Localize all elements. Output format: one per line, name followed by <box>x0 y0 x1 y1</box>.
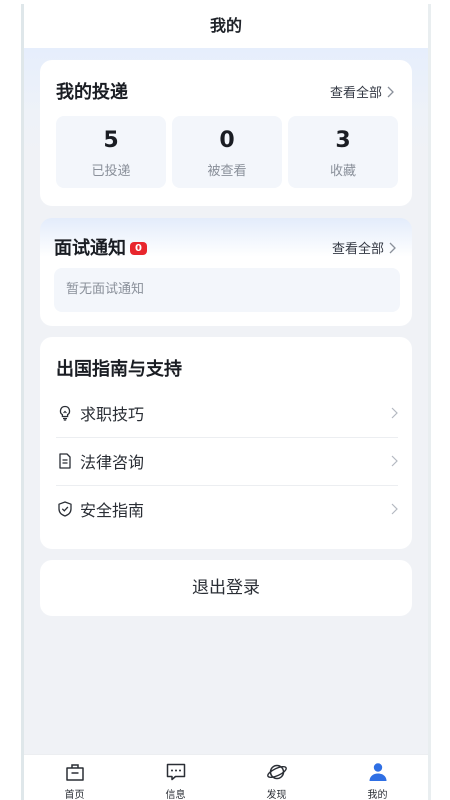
tab-label: 我的 <box>367 790 388 800</box>
message-icon <box>166 763 185 781</box>
interviews-view-all-link[interactable]: 查看全部 <box>332 238 396 257</box>
stat-label: 收藏 <box>329 164 356 179</box>
tab-messages[interactable]: 信息 <box>125 755 226 800</box>
logout-button[interactable]: 退出登录 <box>40 560 412 616</box>
guide-item-job-tips[interactable]: 求职技巧 <box>56 389 398 438</box>
stat-applied[interactable]: 5 已投递 <box>56 116 166 188</box>
tab-label: 首页 <box>64 790 85 800</box>
interview-notices-card: 面试通知 0 查看全部 暂无面试通知 <box>40 218 412 326</box>
tab-label: 信息 <box>165 790 186 800</box>
chevron-right-icon <box>391 407 398 419</box>
tab-profile[interactable]: 我的 <box>327 755 428 800</box>
application-stats: 5 已投递 0 被查看 3 收藏 <box>56 116 398 188</box>
interview-notices-title: 面试通知 0 <box>54 234 147 260</box>
stat-favorites[interactable]: 3 收藏 <box>288 116 398 188</box>
guide-item-label: 安全指南 <box>80 501 145 520</box>
bottom-tab-bar: 首页 信息 发现 我的 <box>24 754 428 800</box>
chevron-right-icon <box>391 455 398 467</box>
page-title: 我的 <box>24 4 428 49</box>
stat-value: 0 <box>219 128 235 153</box>
guide-item-safety-guide[interactable]: 安全指南 <box>56 485 398 533</box>
shield-check-icon <box>58 501 72 517</box>
guide-item-label: 求职技巧 <box>80 405 145 424</box>
guide-title: 出国指南与支持 <box>56 359 182 380</box>
notice-count-badge: 0 <box>130 242 147 255</box>
applications-title: 我的投递 <box>56 82 128 103</box>
tab-label: 发现 <box>266 790 287 800</box>
applications-view-all-link[interactable]: 查看全部 <box>330 82 394 101</box>
stat-value: 5 <box>103 128 119 153</box>
stat-label: 被查看 <box>207 164 247 179</box>
stat-viewed[interactable]: 0 被查看 <box>172 116 282 188</box>
guide-item-legal-consultation[interactable]: 法律咨询 <box>56 437 398 486</box>
planet-icon <box>266 764 287 780</box>
tab-discover[interactable]: 发现 <box>226 755 327 800</box>
briefcase-icon <box>65 764 84 781</box>
lightbulb-icon <box>59 405 71 421</box>
app-screen: 我的 我的投递 查看全部 5 已投递 0 被查看 3 收藏 面试通知 0 查看全… <box>24 4 428 800</box>
chevron-right-icon <box>391 503 398 515</box>
document-icon <box>59 453 71 469</box>
interview-notices-label: 面试通知 <box>54 238 126 259</box>
guide-item-label: 法律咨询 <box>80 453 145 472</box>
applications-card: 我的投递 查看全部 5 已投递 0 被查看 3 收藏 <box>40 60 412 206</box>
chevron-right-icon <box>387 86 394 97</box>
stat-label: 已投递 <box>91 164 131 179</box>
stat-value: 3 <box>335 128 351 153</box>
view-all-label: 查看全部 <box>329 86 382 101</box>
tab-home[interactable]: 首页 <box>24 755 125 800</box>
chevron-right-icon <box>389 242 396 253</box>
empty-notices-message: 暂无面试通知 <box>54 268 400 312</box>
view-all-label: 查看全部 <box>331 242 384 257</box>
user-icon <box>369 763 386 781</box>
guide-support-card: 出国指南与支持 求职技巧 法律咨询 安全指南 <box>40 337 412 549</box>
